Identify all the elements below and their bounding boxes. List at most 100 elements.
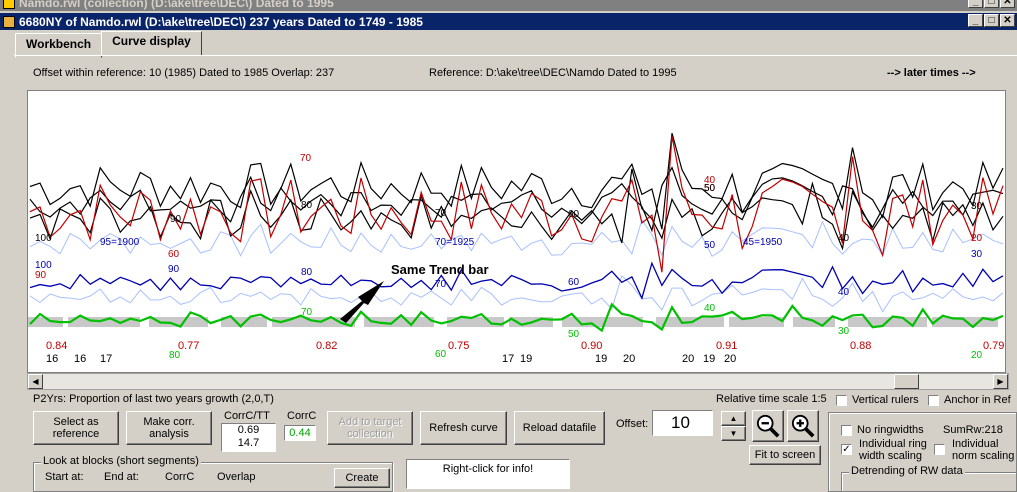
app-icon — [3, 15, 15, 28]
black-curve-label: 50 — [704, 183, 716, 194]
year-marker: 16 — [74, 353, 86, 365]
black-curve-label: 60 — [568, 209, 580, 220]
same-trend-bar-segment — [562, 317, 643, 327]
year-marker: 19 — [703, 353, 715, 365]
zoom-out-icon — [756, 414, 780, 438]
correlation-value: 0.90 — [581, 340, 602, 352]
year-marker: 17 — [100, 353, 112, 365]
correlation-value: 0.75 — [448, 340, 469, 352]
annotation-arrow — [340, 281, 384, 323]
green-curve-label: 60 — [435, 349, 447, 360]
individual-ring-width-checkbox[interactable]: ✓ Individual ring width scaling — [841, 438, 931, 462]
anchor-in-ref-checkbox[interactable]: Anchor in Ref — [928, 394, 1011, 406]
later-times-link[interactable]: --> later times --> — [887, 67, 976, 79]
chart-scrollbar[interactable]: ◀ ▶ — [27, 373, 1009, 390]
offset-info: Offset within reference: 10 (1985) Dated… — [33, 67, 335, 79]
create-button[interactable]: Create — [334, 468, 390, 488]
individual-norm-checkbox[interactable]: Individual norm scaling — [934, 438, 1017, 462]
individual-norm-label: Individual norm scaling — [952, 438, 1015, 462]
red-curve-label: 60 — [168, 249, 180, 260]
close-button[interactable]: ✕ — [1000, 14, 1015, 27]
correlation-value: 0.84 — [46, 340, 67, 352]
main-window-titlebar[interactable]: 6680NY of Namdo.rwl (D:\ake\tree\DEC\) 2… — [0, 13, 1017, 30]
minimize-button[interactable]: _ — [968, 14, 983, 27]
close-button[interactable]: ✕ — [1000, 0, 1015, 8]
blue-curve-label: 40 — [838, 287, 850, 298]
decade-label: 45=1950 — [743, 237, 783, 248]
no-ringwidths-checkbox[interactable]: No ringwidths — [841, 424, 924, 436]
blue-curve-label: 30 — [971, 249, 983, 260]
scroll-right-button[interactable]: ▶ — [993, 374, 1008, 389]
vertical-rulers-checkbox[interactable]: Vertical rulers — [836, 394, 919, 406]
right-click-info-box[interactable]: Right-click for info! — [406, 459, 570, 489]
refresh-curve-button[interactable]: Refresh curve — [420, 411, 507, 445]
scroll-thumb[interactable] — [894, 374, 919, 389]
corrc-value: 0.69 — [237, 424, 260, 436]
scroll-left-button[interactable]: ◀ — [28, 374, 43, 389]
select-as-reference-button[interactable]: Select as reference — [33, 411, 119, 445]
black-curve-3 — [29, 168, 1004, 251]
curve-chart[interactable]: 70 60 40 50 20 90 100 90 80 70 50 60 30 40 100 90 80 70 60… — [27, 90, 1006, 373]
maximize-button[interactable]: □ — [984, 0, 999, 8]
add-to-target-button[interactable]: Add to target collection — [327, 411, 413, 445]
black-curve-label: 30 — [971, 201, 983, 212]
year-marker: 19 — [595, 353, 607, 365]
back-window-titlebar[interactable]: Namdo.rwl (collection) (D:\ake\tree\DEC\… — [0, 0, 1017, 11]
overlap-header: Overlap — [217, 471, 256, 483]
correlation-value: 0.91 — [716, 340, 737, 352]
black-curve-label: 90 — [170, 214, 182, 225]
individual-norm-check[interactable] — [934, 444, 945, 455]
tt-value: 14.7 — [237, 437, 260, 449]
anchor-in-ref-label: Anchor in Ref — [944, 394, 1011, 406]
reload-datafile-button[interactable]: Reload datafile — [514, 411, 605, 445]
offset-down-button[interactable]: ▼ — [721, 426, 746, 441]
offset-label: Offset: — [616, 418, 649, 430]
offset-up-button[interactable]: ▲ — [721, 411, 746, 426]
corrc-tt-label: CorrC/TT — [224, 410, 270, 422]
year-marker: 16 — [46, 353, 58, 365]
lightblue-curve-2 — [29, 274, 1004, 313]
decade-label: 70=1925 — [435, 237, 475, 248]
individual-ring-width-label: Individual ring width scaling — [859, 438, 927, 462]
blocks-title: Look at blocks (short segments) — [41, 455, 201, 467]
fit-to-screen-button[interactable]: Fit to screen — [749, 445, 821, 465]
offset-input[interactable]: 10 — [652, 410, 713, 436]
corrc-tt-field: 0.69 14.7 — [221, 423, 276, 452]
tab-divider — [14, 55, 1017, 56]
correlation-value: 0.82 — [316, 340, 337, 352]
correlation-value: 0.88 — [850, 340, 871, 352]
zoom-in-button[interactable] — [787, 410, 819, 442]
maximize-button[interactable]: □ — [984, 14, 999, 27]
decade-label: 95=1900 — [100, 237, 140, 248]
green-curve-label: 20 — [971, 350, 983, 361]
blue-curve-label: 70 — [435, 279, 447, 290]
zoom-out-button[interactable] — [752, 410, 784, 442]
no-ringwidths-check[interactable] — [841, 424, 852, 436]
app-icon — [3, 0, 15, 9]
vertical-rulers-check[interactable] — [836, 394, 847, 406]
red-curve-label: 90 — [35, 270, 47, 281]
blue-curve-label: 100 — [35, 260, 52, 271]
relative-time-scale: Relative time scale 1:5 — [716, 393, 827, 405]
sumrw-label: SumRw:218 — [943, 424, 1003, 436]
back-window-title: Namdo.rwl (collection) (D:\ake\tree\DEC\… — [19, 0, 334, 10]
anchor-in-ref-check[interactable] — [928, 394, 939, 406]
reference-info: Reference: D:\ake\tree\DEC\Namdo Dated t… — [429, 67, 677, 79]
same-trend-annotation: Same Trend bar — [391, 262, 489, 277]
year-marker: 20 — [623, 353, 635, 365]
black-curve-label: 80 — [301, 200, 313, 211]
blue-curve-label: 90 — [168, 264, 180, 275]
tab-curve-display[interactable]: Curve display — [101, 31, 202, 56]
green-curve-label: 40 — [704, 303, 716, 314]
correlation-value: 0.79 — [983, 340, 1004, 352]
detrending-title: Detrending of RW data — [849, 465, 965, 477]
make-corr-analysis-button[interactable]: Make corr. analysis — [126, 411, 212, 445]
minimize-button[interactable]: _ — [968, 0, 983, 8]
no-ringwidths-label: No ringwidths — [857, 424, 924, 436]
individual-ring-width-check[interactable]: ✓ — [841, 444, 852, 455]
red-curve-label: 20 — [971, 233, 983, 244]
p2yrs-label: P2Yrs: Proportion of last two years grow… — [33, 393, 274, 405]
green-curve-label: 70 — [301, 307, 313, 318]
black-curve-label: 70 — [435, 208, 447, 219]
green-curve-label: 50 — [568, 329, 580, 340]
